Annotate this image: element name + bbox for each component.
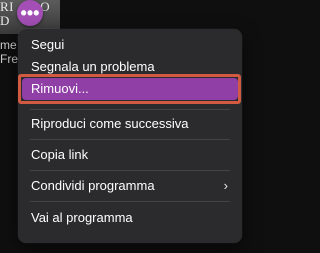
chevron-right-icon: ›	[223, 178, 228, 193]
menu-separator	[30, 139, 230, 140]
menu-item-label: Segui	[31, 37, 65, 52]
menu-item-vai-al-programma[interactable]: Vai al programma	[18, 207, 242, 229]
more-dots-icon: •••	[20, 3, 40, 23]
more-options-button[interactable]: •••	[17, 0, 43, 26]
menu-item-label: Copia link	[31, 147, 89, 162]
menu-item-segui[interactable]: Segui	[18, 34, 242, 56]
menu-item-condividi-programma[interactable]: Condividi programma ›	[18, 175, 242, 197]
menu-separator	[30, 109, 230, 110]
menu-item-label: Segnala un problema	[31, 59, 155, 74]
menu-item-label: Vai al programma	[31, 210, 133, 225]
menu-item-copia-link[interactable]: Copia link	[18, 144, 242, 166]
menu-separator	[30, 201, 230, 202]
menu-item-label: Condividi programma	[31, 178, 155, 193]
context-menu: Segui Segnala un problema Rimuovi... Rip…	[18, 29, 242, 243]
menu-item-label: Riproduci come successiva	[31, 116, 189, 131]
episode-subtitle: me Fre	[0, 38, 18, 66]
menu-item-riproduci-successiva[interactable]: Riproduci come successiva	[18, 113, 242, 135]
menu-item-rimuovi[interactable]: Rimuovi...	[22, 78, 238, 100]
menu-item-label: Rimuovi...	[31, 81, 89, 96]
menu-separator	[30, 170, 230, 171]
